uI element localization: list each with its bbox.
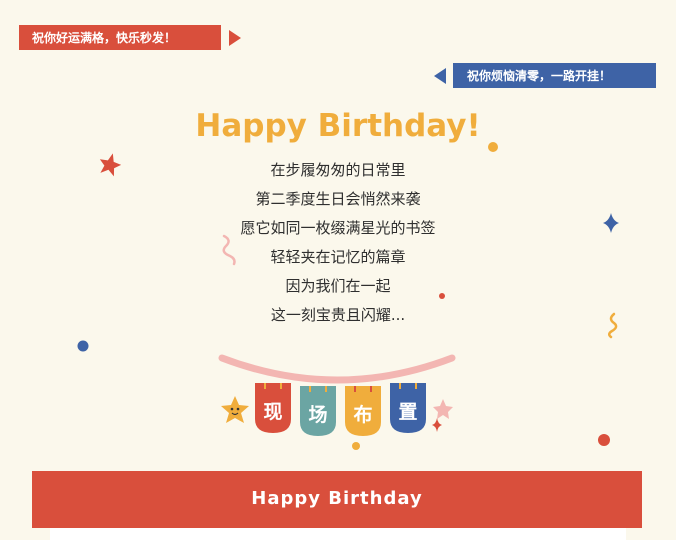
- sparkle-icon: [432, 418, 442, 432]
- flag-char: 现: [263, 401, 283, 423]
- poem-line: 因为我们在一起: [285, 277, 391, 295]
- star-icon: [433, 399, 453, 419]
- poem-line: 这一刻宝贵且闪耀...: [270, 306, 406, 324]
- flag-char: 布: [353, 404, 373, 426]
- section-banner-title: Happy Birthday: [251, 488, 423, 509]
- poem-list: 在步履匆匆的日常里 第二季度生日会悄然来袭 愿它如同一枚缀满星光的书签 轻轻夹在…: [0, 156, 676, 330]
- poem-line: 愿它如同一枚缀满星光的书签: [240, 219, 436, 237]
- flag-char: 场: [308, 404, 328, 426]
- confetti-dot: [352, 442, 360, 450]
- poem-line: 轻轻夹在记忆的篇章: [270, 248, 406, 266]
- confetti-dot: [598, 434, 610, 446]
- bunting-flag: 场: [300, 386, 336, 436]
- content-card-top: [50, 528, 626, 540]
- page-title: Happy Birthday!: [195, 108, 481, 144]
- confetti-dot: [77, 340, 89, 352]
- bunting-flag: 置: [390, 383, 426, 433]
- smiling-star-icon: [221, 396, 249, 423]
- flag-char: 置: [398, 401, 418, 423]
- bunting-string: [218, 354, 456, 384]
- poem-line: 第二季度生日会悄然来袭: [255, 190, 421, 208]
- poem-line: 在步履匆匆的日常里: [270, 161, 406, 179]
- bunting-flag: 现: [255, 383, 291, 433]
- bunting-flag: 布: [345, 386, 381, 436]
